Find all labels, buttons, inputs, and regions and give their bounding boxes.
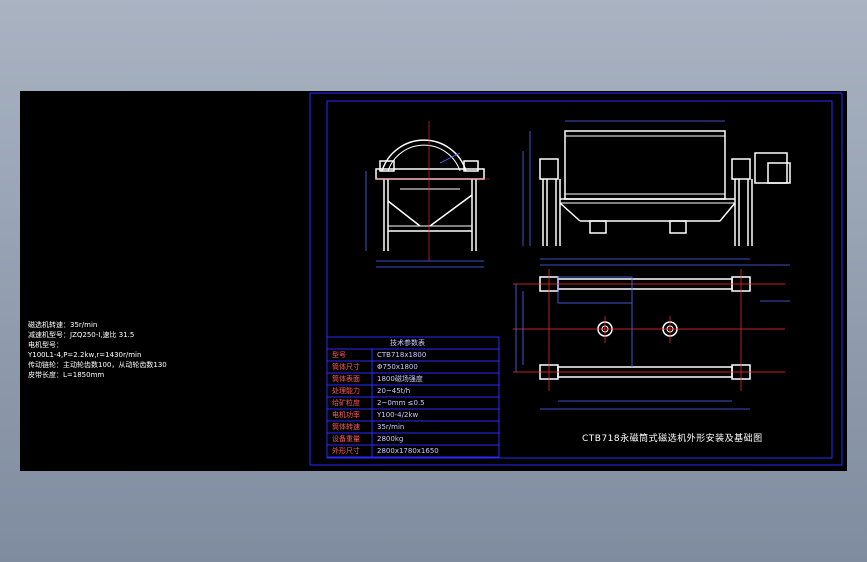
spec-row-value: Φ750x1800 [377,363,418,371]
side-view [375,139,485,251]
spec-row-label: 外形尺寸 [332,447,360,455]
note-reducer-model: 减速机型号：JZQ250-I,速比 31.5 [28,331,135,339]
spec-row-label: 筒体表面 [332,375,360,383]
front-view-dims [522,120,790,266]
cad-drawing [309,92,843,466]
drawing-title: CTB718永磁筒式磁选机外形安装及基础图 [582,434,763,444]
spec-row-value: 1800磁场强度 [377,375,423,383]
plan-view-dims [515,276,790,410]
spec-row-value: Y100-4/2kw [377,411,419,419]
plan-view-red-lines [513,269,785,391]
spec-row-label: 筒体尺寸 [332,363,360,371]
spec-row-label: 型号 [332,351,346,359]
note-motor-spec: Y100L1-4,P=2.2kw,r=1430r/min [28,351,142,359]
spec-row-value: 2~0mm ≤0.5 [377,399,425,407]
note-drum-speed: 磁选机转速：35r/min [28,321,98,329]
spec-row-label: 电机功率 [332,411,360,419]
note-motor-model: 电机型号： [28,341,63,349]
drawing-canvas[interactable]: 磁选机转速：35r/min 减速机型号：JZQ250-I,速比 31.5 电机型… [20,91,847,471]
front-view [539,130,791,246]
spec-row-label: 筒体转速 [332,423,360,431]
spec-row-label: 设备重量 [332,435,360,443]
spec-row-value: 35r/min [377,423,405,431]
spec-row-value: CTB718x1800 [377,351,427,359]
spec-row-value: 2800x1780x1650 [377,447,439,455]
spec-row-value: 20~45t/h [377,387,411,395]
spec-row-label: 处理能力 [332,387,360,395]
drum-body [564,130,726,200]
spec-row-value: 2800kg [377,435,404,443]
plan-view [539,276,751,380]
note-belt-length: 皮带长度：L=1850mm [28,371,105,379]
note-sprocket: 传动链轮：主动轮齿数100，从动轮齿数130 [28,361,167,369]
spec-table-header: 技术参数表 [390,339,425,347]
spec-row-label: 给矿粒度 [332,399,360,407]
